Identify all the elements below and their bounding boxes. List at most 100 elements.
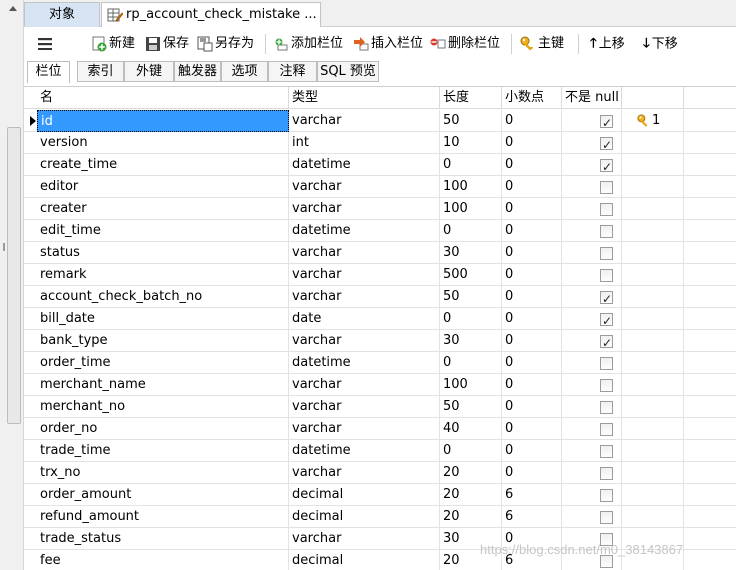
header-name[interactable]: 名 (37, 87, 289, 109)
cell-length[interactable]: 50 (440, 286, 502, 308)
table-row[interactable]: version int 10 0 (24, 132, 736, 154)
not-null-checkbox[interactable] (600, 135, 613, 154)
cell-key[interactable]: 1 (622, 110, 684, 132)
not-null-checkbox[interactable] (600, 445, 613, 458)
cell-length[interactable]: 100 (440, 176, 502, 198)
cell-type[interactable]: varchar (289, 198, 440, 220)
not-null-checkbox[interactable] (600, 423, 613, 436)
new-button[interactable]: 新建 (91, 33, 135, 55)
cell-name[interactable]: merchant_no (37, 396, 289, 418)
cell-decimals[interactable]: 0 (502, 198, 562, 220)
tab-sql-preview[interactable]: SQL 预览 (317, 61, 379, 82)
cell-type[interactable]: varchar (289, 330, 440, 352)
table-row[interactable]: refund_amount decimal 20 6 (24, 506, 736, 528)
cell-decimals[interactable]: 0 (502, 286, 562, 308)
cell-name[interactable]: account_check_batch_no (37, 286, 289, 308)
scrollbar-thumb[interactable] (7, 127, 21, 424)
table-row[interactable]: idvarchar500 1 (24, 110, 736, 132)
cell-type[interactable]: decimal (289, 550, 440, 570)
cell-key[interactable] (622, 484, 684, 506)
cell-type[interactable]: varchar (289, 242, 440, 264)
cell-decimals[interactable]: 0 (502, 462, 562, 484)
cell-name[interactable]: edit_time (37, 220, 289, 242)
save-button[interactable]: 保存 (145, 33, 189, 55)
tab-foreign-keys[interactable]: 外键 (124, 61, 174, 82)
table-row[interactable]: editor varchar 100 0 (24, 176, 736, 198)
cell-name[interactable]: create_time (37, 154, 289, 176)
cell-type[interactable]: varchar (289, 176, 440, 198)
cell-key[interactable] (622, 220, 684, 242)
not-null-checkbox[interactable] (600, 401, 613, 414)
table-row[interactable]: merchant_no varchar 50 0 (24, 396, 736, 418)
save-as-button[interactable]: 另存为 (197, 33, 254, 55)
header-key[interactable] (622, 87, 684, 109)
cell-length[interactable]: 100 (440, 198, 502, 220)
tab-triggers[interactable]: 触发器 (174, 61, 221, 82)
cell-type[interactable]: varchar (289, 462, 440, 484)
cell-name[interactable]: version (37, 132, 289, 154)
cell-key[interactable] (622, 506, 684, 528)
tab-comments[interactable]: 注释 (268, 61, 317, 82)
cell-decimals[interactable]: 6 (502, 484, 562, 506)
tab-indexes[interactable]: 索引 (77, 61, 124, 82)
cell-name[interactable]: id (37, 110, 289, 132)
cell-length[interactable]: 50 (440, 110, 502, 132)
header-decimals[interactable]: 小数点 (502, 87, 562, 109)
not-null-checkbox[interactable] (600, 247, 613, 260)
cell-key[interactable] (622, 352, 684, 374)
cell-name[interactable]: editor (37, 176, 289, 198)
not-null-checkbox[interactable] (600, 269, 613, 282)
cell-name[interactable]: status (37, 242, 289, 264)
cell-decimals[interactable]: 0 (502, 176, 562, 198)
table-row[interactable]: bank_type varchar 30 0 (24, 330, 736, 352)
cell-decimals[interactable]: 0 (502, 396, 562, 418)
cell-name[interactable]: order_no (37, 418, 289, 440)
table-row[interactable]: creater varchar 100 0 (24, 198, 736, 220)
header-length[interactable]: 长度 (440, 87, 502, 109)
cell-type[interactable]: varchar (289, 110, 440, 132)
cell-type[interactable]: varchar (289, 286, 440, 308)
table-row[interactable]: order_time datetime 0 0 (24, 352, 736, 374)
cell-decimals[interactable]: 0 (502, 308, 562, 330)
insert-column-button[interactable]: 插入栏位 (353, 33, 423, 55)
cell-type[interactable]: datetime (289, 440, 440, 462)
primary-key-button[interactable]: 主键 (520, 33, 564, 55)
cell-key[interactable] (622, 176, 684, 198)
table-row[interactable]: order_no varchar 40 0 (24, 418, 736, 440)
move-up-button[interactable]: 🡑 上移 (590, 33, 625, 55)
cell-key[interactable] (622, 462, 684, 484)
cell-type[interactable]: varchar (289, 396, 440, 418)
cell-length[interactable]: 10 (440, 132, 502, 154)
table-row[interactable]: account_check_batch_no varchar 50 0 (24, 286, 736, 308)
cell-length[interactable]: 0 (440, 220, 502, 242)
cell-name[interactable]: merchant_name (37, 374, 289, 396)
tab-objects[interactable]: 对象 (24, 2, 100, 27)
cell-key[interactable] (622, 440, 684, 462)
delete-column-button[interactable]: 删除栏位 (430, 33, 500, 55)
tab-fields[interactable]: 栏位 (27, 61, 70, 83)
cell-type[interactable]: datetime (289, 352, 440, 374)
table-row[interactable]: status varchar 30 0 (24, 242, 736, 264)
not-null-checkbox[interactable] (600, 489, 613, 502)
cell-type[interactable]: decimal (289, 506, 440, 528)
not-null-checkbox[interactable] (600, 357, 613, 370)
cell-decimals[interactable]: 0 (502, 374, 562, 396)
cell-decimals[interactable]: 0 (502, 264, 562, 286)
cell-type[interactable]: date (289, 308, 440, 330)
cell-type[interactable]: varchar (289, 374, 440, 396)
cell-type[interactable]: datetime (289, 220, 440, 242)
cell-type[interactable]: varchar (289, 528, 440, 550)
cell-key[interactable] (622, 396, 684, 418)
cell-length[interactable]: 0 (440, 440, 502, 462)
not-null-checkbox[interactable] (600, 203, 613, 216)
cell-key[interactable] (622, 242, 684, 264)
not-null-checkbox[interactable] (600, 113, 613, 132)
add-column-button[interactable]: 添加栏位 (275, 33, 343, 55)
cell-name[interactable]: bill_date (37, 308, 289, 330)
cell-name[interactable]: refund_amount (37, 506, 289, 528)
cell-key[interactable] (622, 154, 684, 176)
cell-length[interactable]: 30 (440, 242, 502, 264)
not-null-checkbox[interactable] (600, 467, 613, 480)
cell-name[interactable]: creater (37, 198, 289, 220)
cell-name[interactable]: bank_type (37, 330, 289, 352)
